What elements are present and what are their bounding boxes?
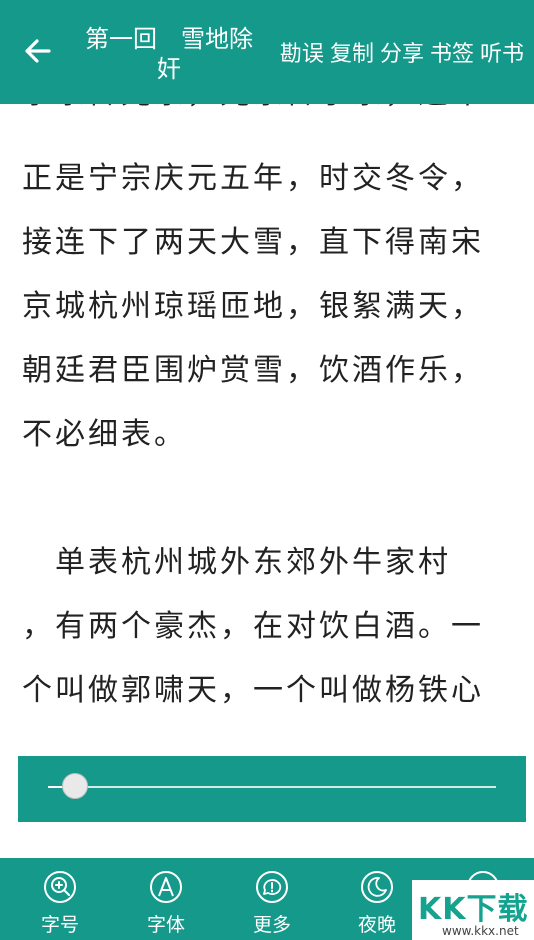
night-mode-button[interactable]: 夜晚: [342, 870, 412, 936]
slider-thumb[interactable]: [61, 773, 88, 799]
font-button[interactable]: 字体: [131, 870, 201, 936]
moon-icon: [361, 871, 393, 903]
more-label: 更多: [252, 914, 291, 936]
listen-button[interactable]: 听书: [480, 36, 524, 68]
reading-content: 李宗传光宗，光宗传宁宗，这年 正是宁宗庆元五年，时交冬令， 接连下了两天大雪，直…: [0, 78, 534, 858]
font-size-button[interactable]: 字号: [25, 870, 95, 936]
text-line: 接连下了两天大雪，直下得南宋: [22, 225, 484, 260]
bookmark-button[interactable]: 书签: [430, 36, 474, 68]
more-icon: [256, 871, 288, 903]
copy-button[interactable]: 复制: [330, 36, 374, 68]
share-button[interactable]: 分享: [380, 36, 424, 68]
top-app-bar: 第一回 雪地除奸 勘误 复制 分享 书签 听书: [0, 0, 534, 104]
arrow-left-icon: [25, 39, 51, 63]
watermark-logo: KK下载: [418, 892, 529, 927]
progress-slider-panel: [18, 756, 526, 822]
text-line: ，有两个豪杰，在对饮白酒。一: [22, 609, 484, 644]
proofread-button[interactable]: 勘误: [280, 36, 324, 68]
zoom-icon: [44, 871, 76, 903]
text-line: 不必细表。: [22, 417, 187, 452]
font-icon: [150, 871, 182, 903]
font-label: 字体: [146, 914, 185, 936]
font-size-label: 字号: [40, 914, 79, 936]
text-line: 个叫做郭啸天，一个叫做杨铁心: [22, 673, 484, 708]
text-line: 京城杭州琼瑶匝地，银絮满天，: [22, 289, 484, 324]
more-button[interactable]: 更多: [237, 870, 307, 936]
watermark: KK下载 www.kkx.net: [412, 880, 534, 940]
slider-track[interactable]: [48, 786, 496, 788]
back-button[interactable]: [22, 36, 52, 66]
header-actions: 勘误 复制 分享 书签 听书: [280, 36, 524, 68]
text-line: 单表杭州城外东郊外牛家村: [22, 545, 451, 580]
text-line: 朝廷君臣围炉赏雪，饮酒作乐，: [22, 353, 484, 388]
watermark-url: www.kkx.net: [442, 924, 519, 938]
text-line: 正是宁宗庆元五年，时交冬令，: [22, 161, 484, 196]
night-mode-label: 夜晚: [357, 914, 396, 936]
chapter-title: 第一回 雪地除奸: [85, 25, 253, 83]
